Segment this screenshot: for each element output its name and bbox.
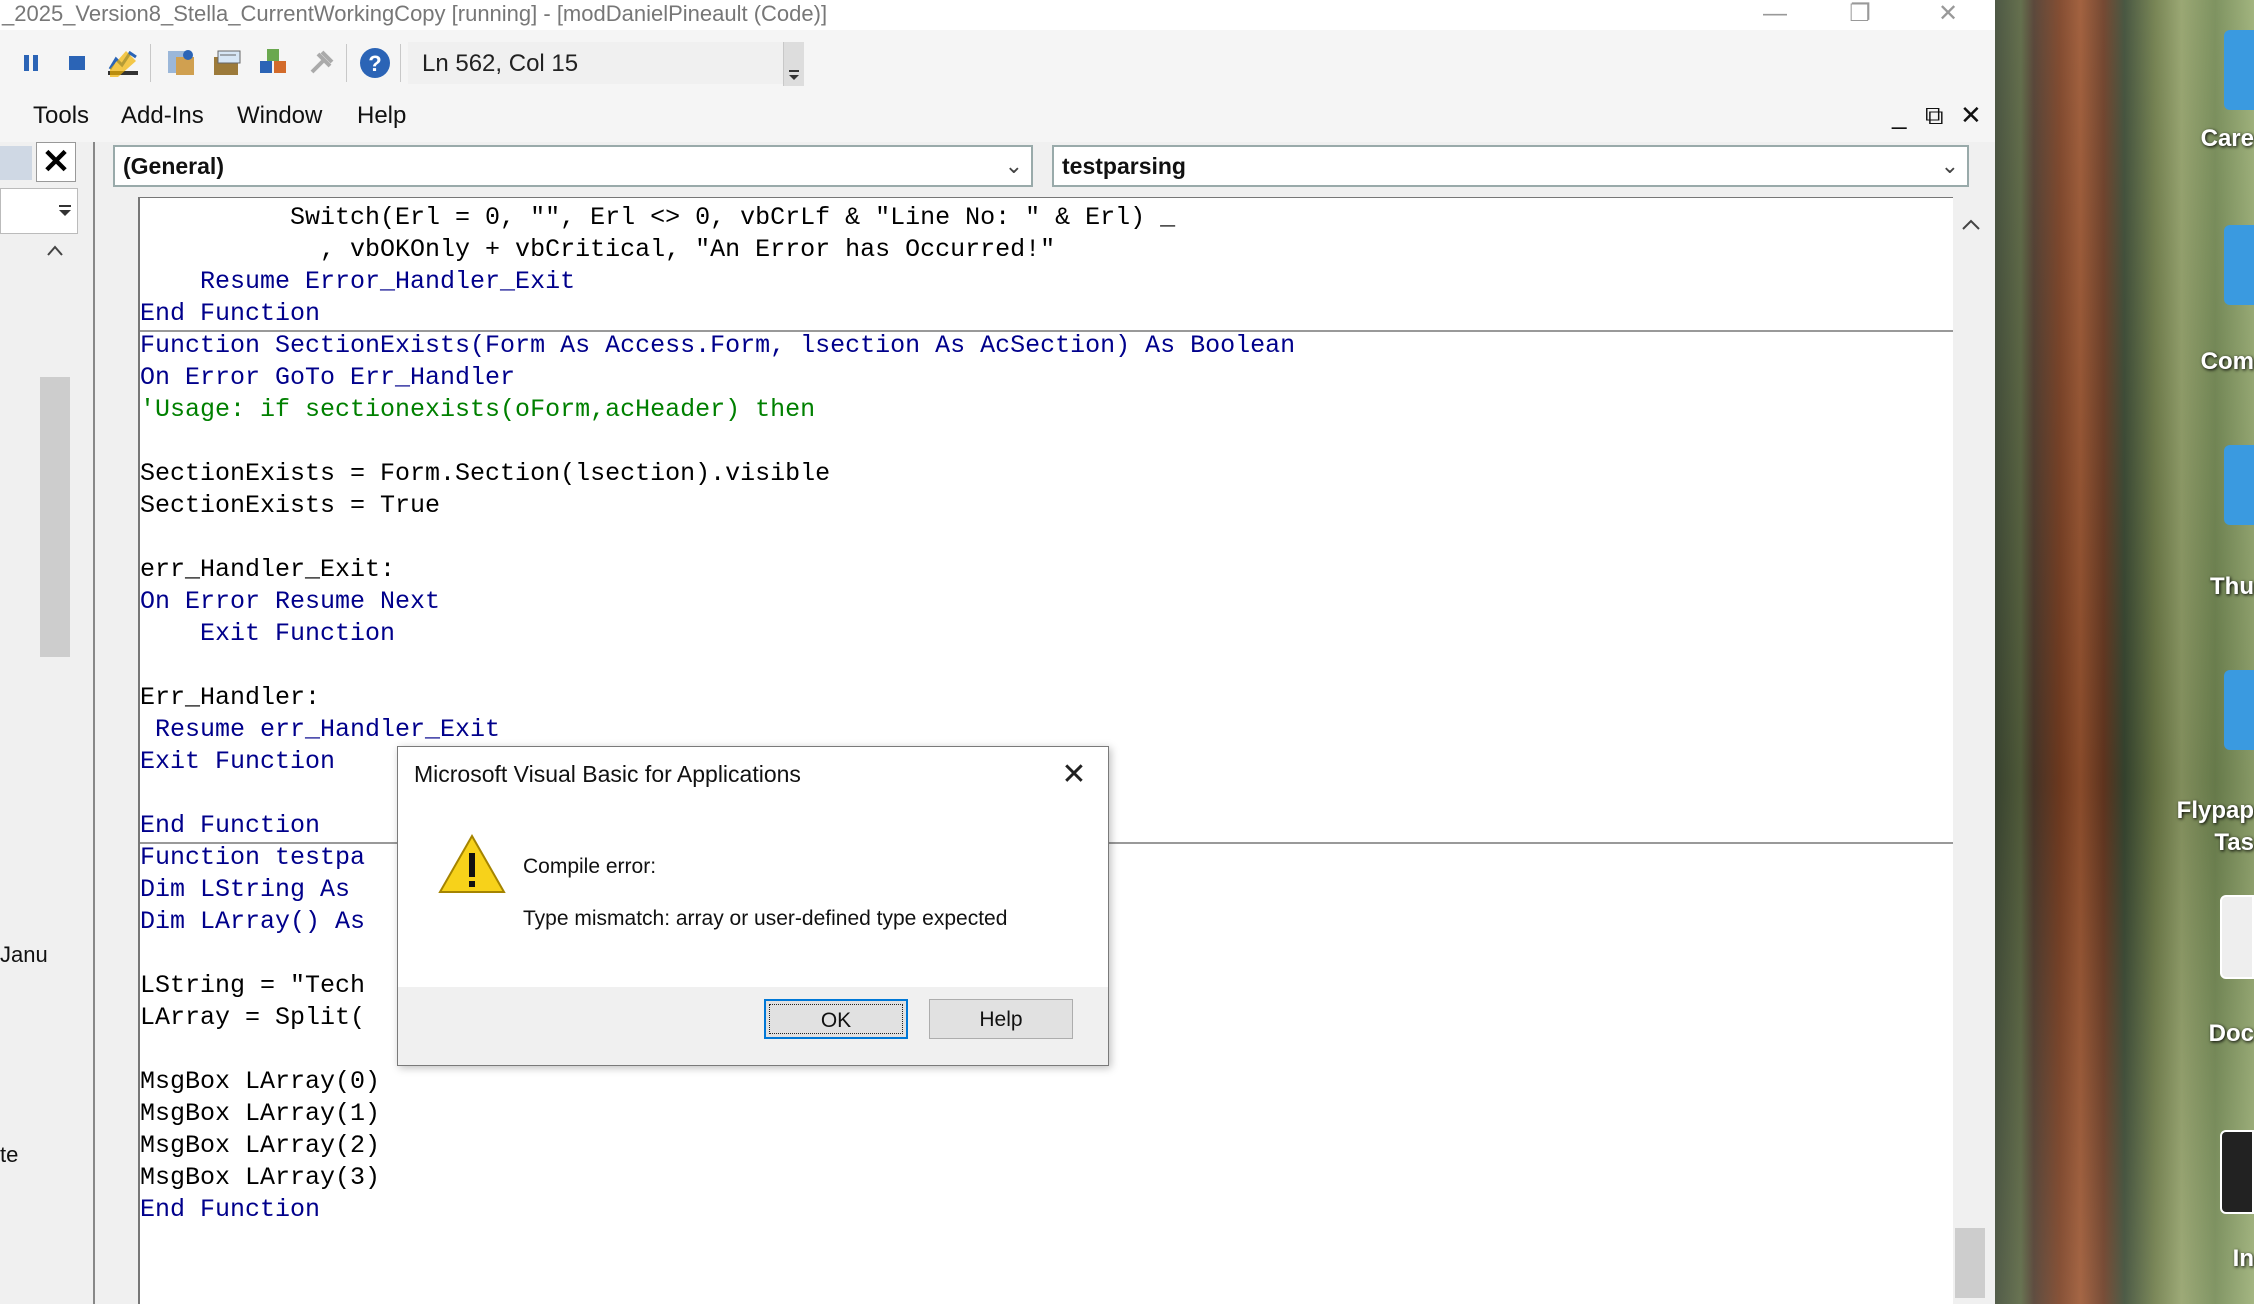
dialog-title-bar: Microsoft Visual Basic for Applications … — [398, 747, 1108, 805]
code-line: On Error GoTo Err_Handler — [140, 363, 516, 392]
code-line: On Error Resume Next — [140, 587, 441, 616]
desktop-label[interactable]: Care — [2201, 125, 2254, 153]
desktop-background: Care Com Thu Flypap Tas Doc In — [1995, 0, 2254, 1304]
document-icon[interactable] — [2220, 895, 2254, 979]
code-line: End Function — [140, 299, 321, 328]
code-line: Dim LString As — [140, 875, 351, 904]
code-line: LArray = Split( — [140, 1003, 366, 1032]
desktop-label[interactable]: Doc — [2209, 1020, 2254, 1048]
code-line: Function testpa — [140, 843, 366, 872]
code-line: SectionExists = True — [140, 491, 441, 520]
cursor-position-box: Ln 562, Col 15 — [408, 42, 783, 84]
toolbar-options-grip[interactable] — [783, 42, 804, 86]
mdi-minimize-button[interactable]: _ — [1892, 100, 1906, 131]
menu-bar: Tools Add-Ins Window Help _ ⧉ ✕ — [0, 98, 1995, 142]
code-line: Exit Function — [140, 619, 396, 648]
procedure-combo[interactable]: testparsing ⌄ — [1052, 145, 1969, 187]
mdi-close-button[interactable]: ✕ — [1960, 100, 1982, 131]
pane-scroll-thumb[interactable] — [40, 377, 70, 657]
menu-window[interactable]: Window — [237, 102, 322, 130]
code-line: MsgBox LArray(0) — [140, 1067, 381, 1096]
code-line: Exit Function — [140, 747, 336, 776]
image-file-icon[interactable] — [2220, 1130, 2254, 1214]
code-line: End Function — [140, 1195, 321, 1224]
svg-text:?: ? — [368, 51, 381, 76]
desktop-label[interactable]: Flypap — [2177, 797, 2254, 825]
code-scroll-thumb[interactable] — [1955, 1228, 1985, 1298]
folder-icon[interactable] — [2224, 30, 2254, 110]
close-button[interactable]: ✕ — [1918, 0, 1978, 30]
minimize-button[interactable]: — — [1745, 0, 1805, 30]
pane-close-button[interactable]: ✕ — [36, 142, 76, 182]
pane-text-fragment: Janu — [0, 942, 48, 967]
pause-icon[interactable] — [14, 46, 48, 80]
project-pane: ✕ Janu te — [0, 142, 80, 1304]
menu-add-ins[interactable]: Add-Ins — [121, 102, 204, 130]
toolbar-separator — [400, 44, 401, 82]
cursor-position-text: Ln 562, Col 15 — [422, 50, 579, 77]
folder-icon[interactable] — [2224, 670, 2254, 750]
code-line: Dim LArray() As — [140, 907, 366, 936]
object-combo[interactable]: (General) ⌄ — [113, 145, 1033, 187]
code-line: Resume Error_Handler_Exit — [140, 267, 576, 296]
code-line: LString = "Tech — [140, 971, 366, 1000]
chevron-down-icon: ⌄ — [1940, 153, 1959, 178]
folder-icon[interactable] — [2224, 445, 2254, 525]
desktop-label[interactable]: Tas — [2214, 829, 2254, 857]
dialog-body: Compile error: Type mismatch: array or u… — [398, 805, 1108, 987]
code-vertical-scrollbar[interactable] — [1953, 197, 1995, 1304]
code-line: MsgBox LArray(1) — [140, 1099, 381, 1128]
properties-window-icon[interactable] — [210, 46, 244, 80]
help-button[interactable]: Help — [929, 999, 1073, 1039]
standard-toolbar: ? Ln 562, Col 15 — [0, 30, 1995, 98]
desktop-label[interactable]: In — [2233, 1245, 2254, 1273]
window-title: _2025_Version8_Stella_CurrentWorkingCopy… — [2, 1, 828, 26]
title-bar: _2025_Version8_Stella_CurrentWorkingCopy… — [0, 0, 1995, 30]
dialog-title: Microsoft Visual Basic for Applications — [414, 761, 801, 787]
code-line: Resume err_Handler_Exit — [140, 715, 501, 744]
pane-combo[interactable] — [0, 188, 78, 234]
code-line: SectionExists = Form.Section(lsection).v… — [140, 459, 831, 488]
menu-help[interactable]: Help — [357, 102, 406, 130]
help-icon[interactable]: ? — [358, 46, 392, 80]
project-explorer-icon[interactable] — [164, 46, 198, 80]
toolbar-separator — [346, 44, 347, 82]
design-mode-icon[interactable] — [106, 46, 140, 80]
stop-icon[interactable] — [60, 46, 94, 80]
menu-tools[interactable]: Tools — [33, 102, 89, 130]
code-line: End Function — [140, 811, 321, 840]
folder-icon[interactable] — [2224, 225, 2254, 305]
dialog-message-heading: Compile error: — [523, 855, 657, 878]
code-comment-line: 'Usage: if sectionexists(oForm,acHeader)… — [140, 395, 816, 424]
desktop-label[interactable]: Thu — [2210, 573, 2254, 601]
code-line: MsgBox LArray(3) — [140, 1163, 381, 1192]
desktop-label[interactable]: Com — [2201, 348, 2254, 376]
warning-icon — [438, 833, 506, 900]
pane-tab[interactable] — [0, 146, 32, 180]
ok-button[interactable]: OK — [764, 999, 908, 1039]
pane-text-fragment: te — [0, 1142, 19, 1167]
code-line: Switch(Erl = 0, "", Erl <> 0, vbCrLf & "… — [140, 203, 1176, 232]
dialog-message-body: Type mismatch: array or user-defined typ… — [523, 907, 1008, 930]
toolbox-icon[interactable] — [304, 46, 338, 80]
vba-editor-window: _2025_Version8_Stella_CurrentWorkingCopy… — [0, 0, 1995, 1304]
procedure-combo-value: testparsing — [1062, 153, 1186, 179]
object-combo-value: (General) — [123, 153, 224, 179]
mdi-restore-button[interactable]: ⧉ — [1925, 100, 1944, 132]
code-line: Function SectionExists(Form As Access.Fo… — [140, 331, 1296, 360]
code-line: err_Handler_Exit: — [140, 555, 396, 584]
object-browser-icon[interactable] — [256, 46, 290, 80]
code-line: Err_Handler: — [140, 683, 321, 712]
dialog-close-button[interactable]: ✕ — [1054, 755, 1094, 795]
restore-button[interactable]: ❐ — [1830, 0, 1890, 30]
code-line: , vbOKOnly + vbCritical, "An Error has O… — [140, 235, 1056, 264]
compile-error-dialog: Microsoft Visual Basic for Applications … — [397, 746, 1109, 1066]
code-line: MsgBox LArray(2) — [140, 1131, 381, 1160]
chevron-down-icon: ⌄ — [1004, 153, 1023, 178]
toolbar-separator — [150, 44, 151, 82]
